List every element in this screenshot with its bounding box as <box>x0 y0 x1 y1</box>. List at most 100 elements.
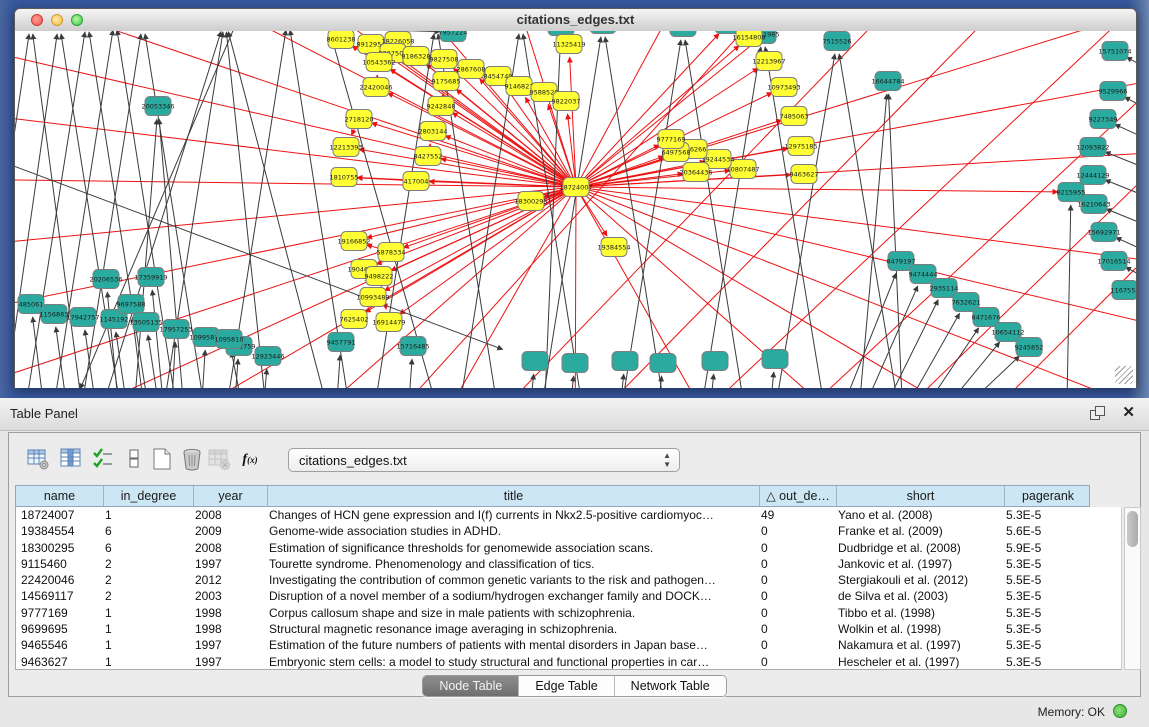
tab-edge-table[interactable]: Edge Table <box>519 676 614 696</box>
delete-column-button[interactable] <box>206 447 232 473</box>
graph-node[interactable]: 1095810 <box>215 330 244 349</box>
graph-node[interactable]: 10543362 <box>362 53 395 72</box>
graph-node[interactable]: 8427552 <box>414 147 443 166</box>
graph-node[interactable]: 20053346 <box>141 97 174 116</box>
graph-node[interactable] <box>762 350 788 369</box>
graph-node[interactable] <box>562 354 588 373</box>
graph-node[interactable] <box>522 352 548 371</box>
memory-status-indicator[interactable] <box>1113 704 1127 718</box>
graph-node[interactable] <box>702 352 728 371</box>
graph-node[interactable]: 2867608 <box>457 60 486 79</box>
graph-node[interactable]: 16644784 <box>871 72 904 91</box>
select-rows-button[interactable] <box>90 447 116 473</box>
tab-network-table[interactable]: Network Table <box>615 676 726 696</box>
graph-node[interactable]: 11325419 <box>552 35 585 54</box>
graph-node[interactable]: 18300295 <box>514 192 547 211</box>
graph-node[interactable]: 10973493 <box>767 78 800 97</box>
graph-node[interactable]: 12444129 <box>1076 166 1109 185</box>
graph-node[interactable]: 7957224 <box>439 31 468 42</box>
graph-node[interactable]: 13505135 <box>129 313 162 332</box>
graph-node[interactable]: 7625402 <box>340 310 369 329</box>
graph-node[interactable]: 10993489 <box>356 288 389 307</box>
graph-node[interactable]: 17942757 <box>66 308 99 327</box>
table-row[interactable]: 2242004622012Investigating the contribut… <box>16 572 1121 588</box>
close-icon[interactable]: ✕ <box>1122 403 1135 421</box>
graph-node[interactable]: 9466162 <box>589 31 618 34</box>
graph-node[interactable]: 22420046 <box>359 78 392 97</box>
graph-node[interactable]: 17359919 <box>134 268 167 287</box>
graph-node[interactable]: 417004 <box>403 172 429 191</box>
graph-node[interactable] <box>650 354 676 373</box>
graph-node[interactable]: 15751074 <box>1098 42 1131 61</box>
graph-node[interactable]: 8601238 <box>327 31 356 49</box>
network-window-titlebar[interactable]: citations_edges.txt <box>15 9 1136 32</box>
table-row[interactable]: 969969511998Structural magnetic resonanc… <box>16 621 1121 637</box>
graph-node[interactable]: 9777169 <box>657 130 686 149</box>
column-header-out_de[interactable]: △ out_de… <box>760 486 837 506</box>
graph-node[interactable]: 1167553 <box>1111 281 1136 300</box>
function-builder-button[interactable]: f(x) <box>237 447 263 473</box>
column-header-title[interactable]: title <box>268 486 760 506</box>
graph-node[interactable]: 9463627 <box>790 165 819 184</box>
graph-node[interactable]: 9175685 <box>432 72 461 91</box>
table-row[interactable]: 1938455462009Genome-wide association stu… <box>16 523 1121 539</box>
graph-node[interactable]: 12213967 <box>752 52 785 71</box>
graph-node[interactable]: 19166852 <box>337 232 370 251</box>
graph-node[interactable]: 9242848 <box>427 97 456 116</box>
graph-node[interactable]: 8186328 <box>402 47 431 66</box>
graph-node[interactable]: 17016514 <box>1097 252 1130 271</box>
column-header-year[interactable]: year <box>194 486 268 506</box>
tab-node-table[interactable]: Node Table <box>423 676 519 696</box>
column-header-short[interactable]: short <box>837 486 1005 506</box>
graph-node[interactable]: 9457791 <box>327 333 356 352</box>
column-header-in_degree[interactable]: in_degree <box>104 486 194 506</box>
graph-node[interactable]: 12975185 <box>784 137 817 156</box>
new-table-button[interactable] <box>149 447 175 473</box>
graph-node[interactable]: 9827508 <box>430 50 459 69</box>
table-row[interactable]: 1872400712008Changes of HCN gene express… <box>16 507 1121 523</box>
table-mode-button[interactable] <box>25 447 51 473</box>
graph-node[interactable]: 9529966 <box>1099 82 1128 101</box>
delete-table-button[interactable] <box>179 447 205 473</box>
graph-node[interactable] <box>612 352 638 371</box>
show-columns-button[interactable] <box>58 447 84 473</box>
graph-node[interactable]: 9227349 <box>1089 110 1118 129</box>
graph-node[interactable]: 1810755 <box>330 168 359 187</box>
table-row[interactable]: 946554611997Estimation of the future num… <box>16 637 1121 653</box>
network-canvas[interactable]: 2405572946554696996959115460145691172069… <box>15 31 1136 388</box>
table-row[interactable]: 1456911722003Disruption of a novel membe… <box>16 588 1121 604</box>
table-row[interactable]: 911546021997Tourette syndrome. Phenomeno… <box>16 556 1121 572</box>
window-resize-grip[interactable] <box>1115 366 1133 384</box>
column-header-pagerank[interactable]: pagerank <box>1005 486 1091 506</box>
graph-node[interactable]: 15692971 <box>1087 223 1120 242</box>
graph-node[interactable]: 7485063 <box>780 107 809 126</box>
graph-node[interactable]: 12923446 <box>251 347 284 366</box>
graph-node[interactable]: 16210643 <box>1077 195 1110 214</box>
graph-node[interactable]: 12093822 <box>1076 138 1109 157</box>
graph-node[interactable]: 20364436 <box>679 163 712 182</box>
graph-node[interactable]: 16154808 <box>732 31 765 47</box>
table-select[interactable]: citations_edges.txt ▲▼ <box>288 448 680 472</box>
graph-node[interactable]: 16914479 <box>372 313 405 332</box>
graph-node[interactable]: 18724007 <box>559 178 592 197</box>
graph-node[interactable]: 19384554 <box>597 238 630 257</box>
graph-node[interactable]: 2803144 <box>419 122 448 141</box>
graph-node[interactable]: 17957253 <box>159 320 192 339</box>
graph-node[interactable]: 2718120 <box>345 110 374 129</box>
float-window-icon[interactable] <box>1090 406 1105 421</box>
graph-node[interactable]: 9498222 <box>365 267 394 286</box>
table-row[interactable]: 1830029562008Estimation of significance … <box>16 540 1121 556</box>
graph-node[interactable]: 9697588 <box>117 295 146 314</box>
graph-node[interactable]: 12213393 <box>329 138 362 157</box>
graph-node[interactable]: 9822037 <box>552 92 581 111</box>
graph-node[interactable]: 9245852 <box>1015 338 1044 357</box>
column-header-name[interactable]: name <box>16 486 104 506</box>
vertical-scrollbar[interactable] <box>1124 507 1141 670</box>
table-row[interactable]: 977716911998Corpus callosum shape and si… <box>16 605 1121 621</box>
graph-node[interactable]: 7515526 <box>823 32 852 51</box>
row-height-button[interactable] <box>121 447 147 473</box>
scrollbar-thumb[interactable] <box>1127 511 1138 547</box>
graph-node[interactable]: 10719135 <box>666 31 699 37</box>
graph-node[interactable]: 5878334 <box>377 243 406 262</box>
graph-node[interactable]: 15716485 <box>396 337 429 356</box>
